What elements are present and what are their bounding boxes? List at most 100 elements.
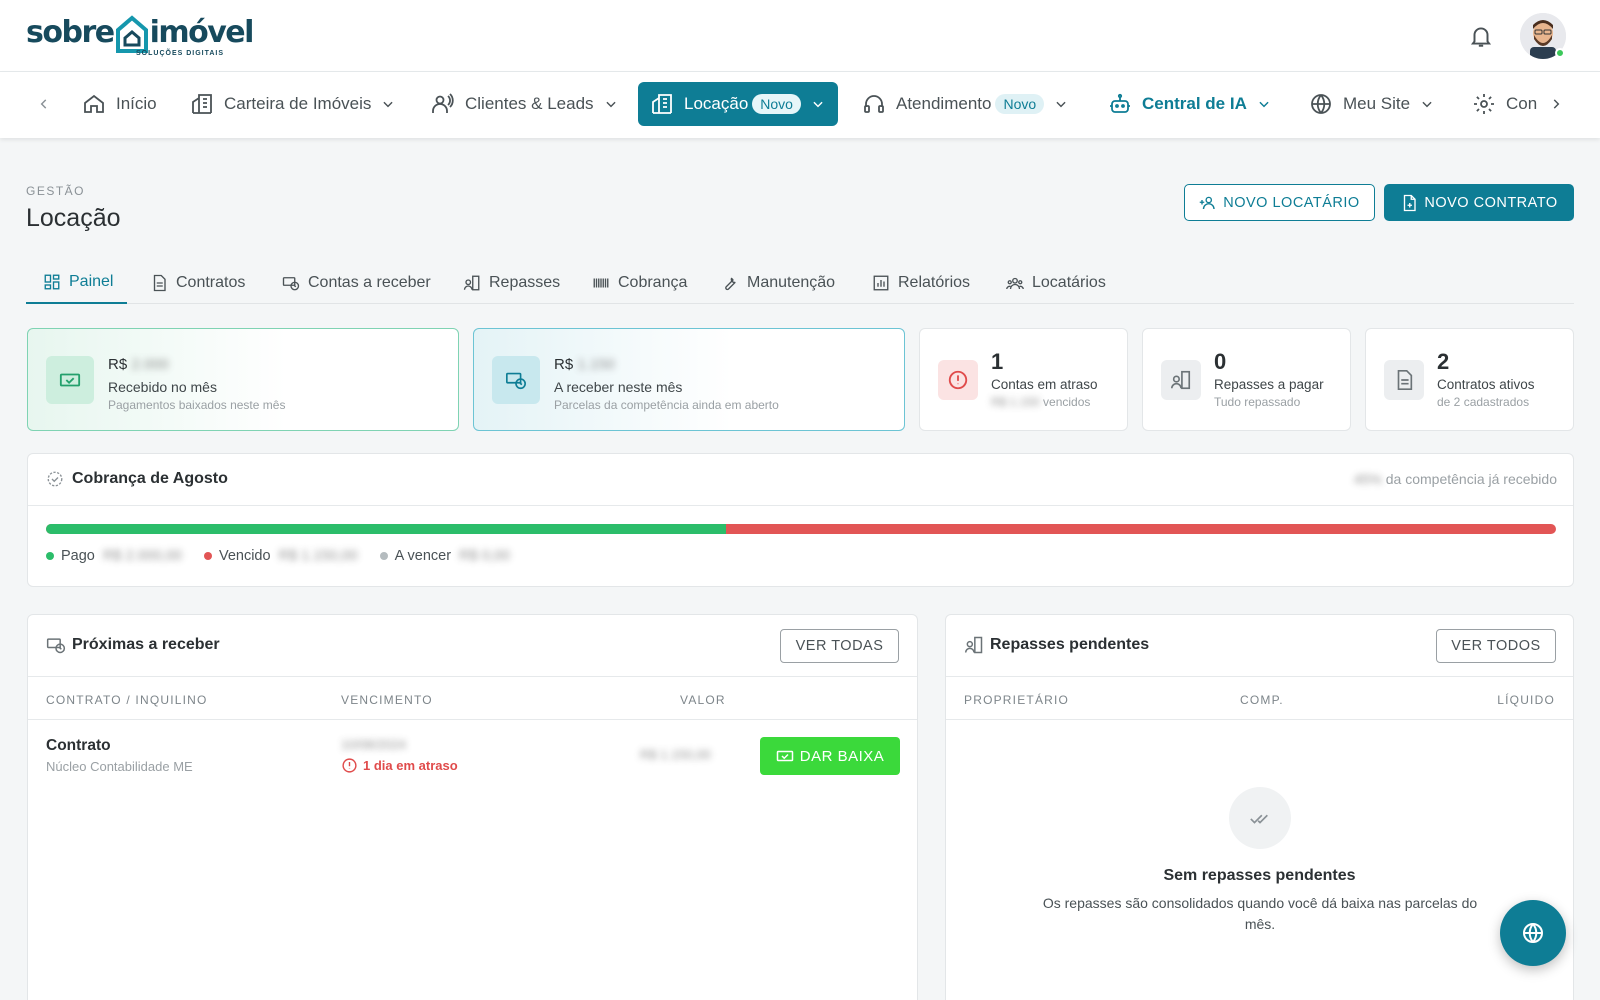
logo-word-2: imóvel (149, 15, 255, 50)
hidden-amount: R$ 1.150,00 (278, 548, 358, 564)
billing-card: Cobrança de Agosto 45% da competência já… (27, 453, 1574, 587)
nav-item-central-ia[interactable]: Central de IA (1096, 82, 1283, 126)
chevron-right-icon (1553, 99, 1560, 109)
kpi-value: R$ 2.000 (108, 356, 169, 373)
cash-check-icon (776, 750, 793, 762)
kpi-value: R$ 1.150 (554, 356, 615, 373)
billing-title: Cobrança de Agosto (46, 470, 228, 488)
row-status: 1 dia em atraso (341, 757, 458, 774)
document-icon (1397, 370, 1413, 390)
tab-contratos[interactable]: Contratos (150, 262, 245, 304)
home-icon (84, 94, 104, 113)
check-circle-icon (47, 471, 63, 487)
nav-label: Central de IA (1142, 94, 1247, 113)
kpi-sub: Parcelas da competência ainda em aberto (554, 398, 779, 412)
kpi-number: 0 (1214, 349, 1227, 374)
view-all-transfers-button[interactable]: VER TODOS (1436, 629, 1556, 663)
nav-label: Clientes & Leads (465, 94, 594, 113)
chevron-down-icon (813, 101, 823, 108)
logo[interactable]: sobre imóvel SOLUÇÕES DIGITAIS (26, 14, 255, 60)
nav-item-atendimento[interactable]: Atendimento Novo (850, 82, 1080, 126)
nav-item-carteira[interactable]: Carteira de Imóveis (178, 82, 407, 126)
nav-label: Atendimento (896, 94, 992, 113)
billing-header: Cobrança de Agosto 45% da competência já… (28, 454, 1573, 506)
kpi-sub: Tudo repassado (1214, 395, 1301, 409)
tab-label: Repasses (489, 274, 561, 291)
people-icon (432, 93, 454, 113)
kpi-label: Contratos ativos (1437, 377, 1535, 392)
nav-scroll-right-button[interactable] (1544, 92, 1568, 116)
column-header: COMP. (1240, 693, 1284, 707)
pending-transfers-panel: Repasses pendentes VER TODOS PROPRIETÁRI… (945, 614, 1574, 1000)
tab-label: Painel (69, 273, 114, 290)
kpi-contracts-card[interactable]: 2 Contratos ativos de 2 cadastrados (1365, 328, 1574, 431)
nav-item-locacao[interactable]: Locação Novo (638, 82, 838, 126)
tab-manutencao[interactable]: Manutenção (721, 262, 835, 304)
billing-summary-text: da competência já recebido (1385, 471, 1557, 487)
chevron-left-icon (40, 99, 47, 109)
nav-label: Locação (684, 94, 749, 113)
billing-title-text: Cobrança de Agosto (72, 470, 228, 487)
tab-locatarios[interactable]: Locatários (1006, 262, 1106, 304)
receivables-panel: Próximas a receber VER TODAS CONTRATO / … (27, 614, 918, 1000)
row-contract[interactable]: Contrato (46, 737, 111, 755)
kpi-number: 2 (1437, 349, 1450, 374)
kpi-sub: de 2 cadastrados (1437, 395, 1530, 409)
robot-icon (1110, 93, 1130, 113)
kpi-icon-box (938, 360, 978, 400)
tab-cobranca[interactable]: Cobrança (592, 262, 687, 304)
kpi-icon-box (1384, 360, 1424, 400)
panel-title: Repasses pendentes (964, 635, 1149, 655)
currency-label: R$ (108, 356, 128, 373)
new-tenant-button[interactable]: NOVO LOCATÁRIO (1184, 184, 1375, 221)
header-divider (946, 719, 1573, 720)
kpi-number: 1 (991, 349, 1004, 374)
transfer-icon (964, 636, 983, 654)
new-badge: Novo (995, 94, 1045, 114)
kpi-overdue-card[interactable]: 1 Contas em atraso R$ 1.150 vencidos (919, 328, 1128, 431)
kpi-icon-box (46, 356, 94, 404)
legend-dot (379, 552, 388, 560)
money-clock-icon (282, 277, 300, 291)
billing-summary: 45% da competência já recebido (1354, 471, 1557, 487)
column-header: CONTRATO / INQUILINO (46, 693, 208, 707)
main-nav: Início Carteira de Imóveis Clientes & Le… (0, 72, 1600, 138)
nav-label: Con (1506, 94, 1538, 113)
alert-icon (948, 370, 968, 390)
tab-repasses[interactable]: Repasses (463, 262, 560, 304)
nav-item-clientes[interactable]: Clientes & Leads (419, 82, 630, 126)
new-contract-button[interactable]: NOVO CONTRATO (1384, 184, 1574, 221)
new-tenant-label: NOVO LOCATÁRIO (1223, 194, 1360, 211)
nav-item-meu-site[interactable]: Meu Site (1297, 82, 1446, 126)
nav-label: Início (116, 94, 157, 113)
legend-label: Vencido (218, 548, 271, 564)
panel-header: Próximas a receber VER TODAS (28, 615, 917, 677)
tab-contas-a-receber[interactable]: Contas a receber (282, 262, 431, 304)
tab-relatorios[interactable]: Relatórios (872, 262, 970, 304)
column-header: PROPRIETÁRIO (964, 693, 1070, 707)
view-all-receivables-button[interactable]: VER TODAS (780, 629, 899, 663)
building-key-icon (652, 94, 672, 114)
nav-scroll-left-button[interactable] (32, 92, 56, 116)
kpi-transfers-card[interactable]: 0 Repasses a pagar Tudo repassado (1142, 328, 1351, 431)
new-contract-label: NOVO CONTRATO (1424, 194, 1558, 211)
settle-payment-button[interactable]: DAR BAIXA (760, 737, 900, 775)
kpi-label: A receber neste mês (554, 379, 683, 395)
nav-item-configuracoes[interactable]: Con (1460, 82, 1549, 126)
kpi-sub: R$ 1.150 vencidos (991, 395, 1090, 409)
nav-item-inicio[interactable]: Início (70, 82, 169, 126)
kpi-label: Repasses a pagar (1214, 377, 1324, 392)
online-status-dot (1555, 48, 1565, 58)
panel-title-text: Repasses pendentes (990, 636, 1150, 653)
row-tenant: Núcleo Contabilidade ME (46, 759, 193, 774)
floating-globe-button[interactable] (1500, 900, 1566, 966)
dashboard-icon (44, 274, 60, 290)
tab-painel[interactable]: Painel (26, 262, 127, 304)
legend-upcoming: A vencer R$ 0,00 (379, 548, 510, 564)
kpi-sub-text: vencidos (1043, 395, 1091, 409)
bell-icon[interactable] (1468, 22, 1494, 50)
column-header: VENCIMENTO (341, 693, 433, 707)
kpi-sub: Pagamentos baixados neste mês (108, 398, 286, 412)
hidden-amount: R$ 0,00 (459, 548, 510, 564)
logo-word-1: sobre (26, 15, 115, 50)
